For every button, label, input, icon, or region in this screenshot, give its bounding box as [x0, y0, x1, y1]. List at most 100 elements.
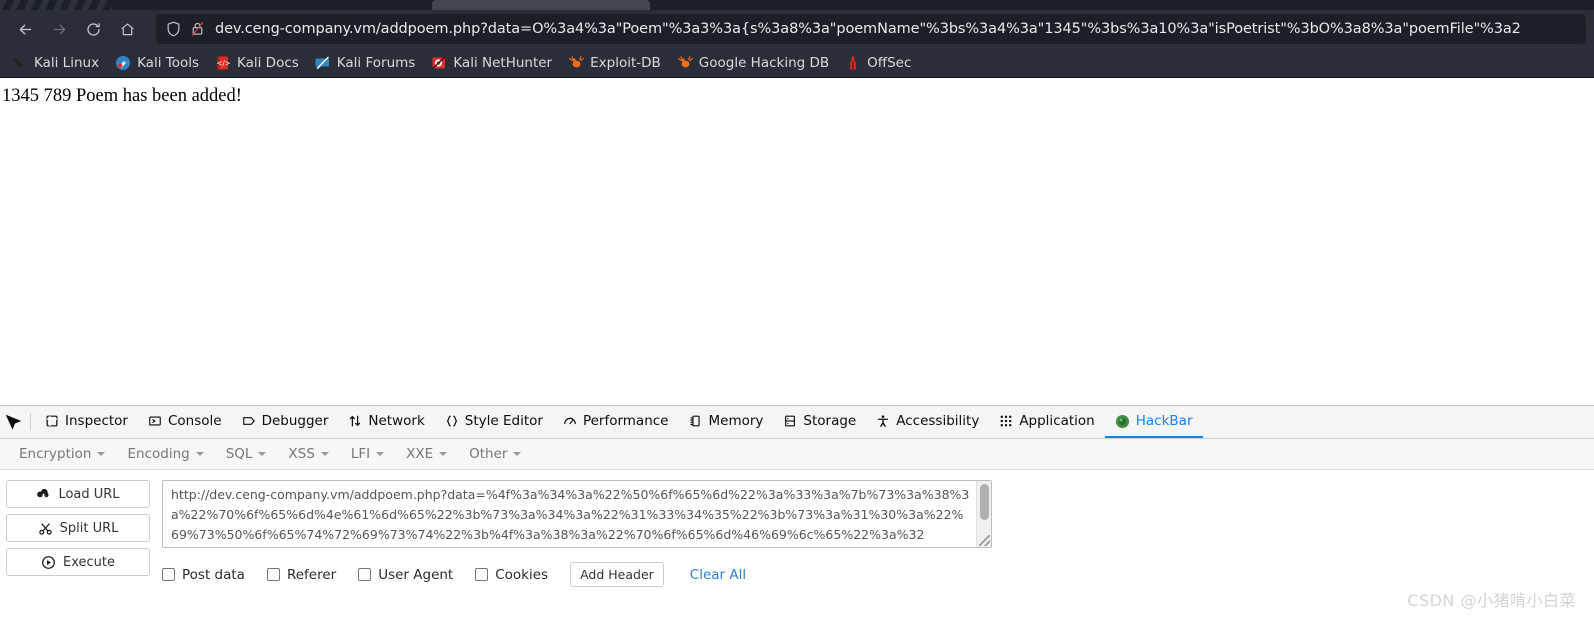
- tab-debugger[interactable]: Debugger: [232, 406, 339, 438]
- checkbox-box[interactable]: [475, 568, 489, 581]
- bookmark-google-hacking-db[interactable]: Google Hacking DB: [669, 52, 837, 74]
- checkbox-box[interactable]: [266, 568, 280, 581]
- menu-encoding[interactable]: Encoding: [116, 443, 214, 465]
- bookmark-kali-nethunter[interactable]: Kali NetHunter: [423, 52, 560, 74]
- menu-xxe[interactable]: XXE: [395, 443, 458, 465]
- checkbox-box[interactable]: [162, 568, 175, 581]
- tab-style-editor[interactable]: Style Editor: [435, 406, 553, 438]
- back-button[interactable]: [8, 14, 42, 44]
- hackbar-url-section: http://dev.ceng-company.vm/addpoem.php?d…: [150, 480, 1594, 587]
- tab-performance[interactable]: Performance: [553, 406, 679, 438]
- menu-encryption[interactable]: Encryption: [8, 443, 116, 465]
- checkbox-referer[interactable]: Referer: [266, 566, 337, 583]
- tab-network[interactable]: Network: [338, 406, 434, 438]
- toolbar-divider: [30, 413, 31, 431]
- menu-xss[interactable]: XSS: [277, 443, 339, 465]
- tab-label: Network: [368, 413, 425, 429]
- checkbox-box[interactable]: [358, 568, 372, 581]
- browser-navigation-bar: dev.ceng-company.vm/addpoem.php?data=O%3…: [0, 10, 1594, 48]
- bookmark-label: Exploit-DB: [590, 54, 661, 71]
- url-text: dev.ceng-company.vm/addpoem.php?data=O%3…: [215, 21, 1521, 37]
- split-url-button[interactable]: Split URL: [6, 514, 150, 542]
- back-arrow-icon: [19, 24, 31, 34]
- menu-other[interactable]: Other: [458, 443, 532, 465]
- bookmark-offsec[interactable]: OffSec: [837, 52, 919, 74]
- page-content: 1345 789 Poem has been added!: [0, 78, 1594, 408]
- kali-docs-icon: </>: [215, 55, 231, 71]
- devtools-tab-bar: Inspector Console Debugger Network Style: [0, 406, 1594, 439]
- url-bar[interactable]: dev.ceng-company.vm/addpoem.php?data=O%3…: [156, 14, 1586, 44]
- chevron-down-icon: [97, 452, 106, 456]
- devtools-panel: Inspector Console Debugger Network Style: [0, 405, 1594, 621]
- tab-label: Accessibility: [896, 413, 980, 429]
- kali-dragon-icon: [12, 55, 28, 71]
- tab-accessibility[interactable]: Accessibility: [866, 406, 989, 438]
- reload-icon: [86, 22, 100, 36]
- menu-label: Encryption: [19, 446, 92, 462]
- clear-all-link[interactable]: Clear All: [690, 567, 746, 583]
- play-circle-icon: [41, 555, 56, 570]
- tab-label: Performance: [582, 413, 669, 429]
- checkbox-post-data[interactable]: Post data: [162, 567, 245, 583]
- load-url-button[interactable]: Load URL: [6, 480, 150, 508]
- hackbar-url-textarea[interactable]: http://dev.ceng-company.vm/addpoem.php?d…: [163, 481, 978, 547]
- svg-text:</>: </>: [217, 59, 231, 67]
- button-label: Split URL: [59, 520, 119, 536]
- tab-inspector[interactable]: Inspector: [35, 406, 138, 438]
- checkbox-label: Referer: [286, 566, 337, 583]
- home-icon: [120, 22, 134, 35]
- chevron-down-icon: [439, 452, 448, 456]
- tab-memory[interactable]: Memory: [679, 406, 774, 438]
- bookmark-kali-tools[interactable]: Kali Tools: [107, 52, 207, 74]
- menu-lfi[interactable]: LFI: [340, 443, 395, 465]
- forward-button[interactable]: [42, 14, 76, 44]
- add-header-button[interactable]: Add Header: [570, 562, 664, 587]
- kali-tools-icon: [115, 55, 131, 71]
- debugger-icon: [242, 414, 256, 428]
- tab-storage[interactable]: Storage: [773, 406, 866, 438]
- kali-nethunter-icon: [431, 55, 447, 71]
- bookmark-kali-docs[interactable]: </> Kali Docs: [207, 52, 307, 74]
- google-hacking-db-icon: [677, 55, 693, 71]
- menu-label: XSS: [288, 446, 315, 462]
- element-picker-icon[interactable]: [0, 406, 26, 438]
- menu-label: LFI: [350, 446, 371, 462]
- style-editor-icon: [445, 414, 459, 428]
- tab-application[interactable]: Application: [989, 406, 1104, 438]
- bookmark-label: Kali NetHunter: [453, 54, 553, 71]
- chevron-down-icon: [320, 452, 329, 456]
- tab-label: Memory: [708, 413, 764, 429]
- watermark: CSDN @小猪啃小白菜: [1407, 591, 1576, 610]
- lock-slashed-icon[interactable]: [190, 21, 205, 37]
- bookmark-label: Google Hacking DB: [698, 54, 830, 71]
- checkbox-user-agent[interactable]: User Agent: [358, 567, 453, 583]
- bookmark-kali-forums[interactable]: Kali Forums: [307, 52, 424, 74]
- button-label: Load URL: [58, 486, 120, 502]
- tab-label: Inspector: [65, 413, 128, 429]
- browser-tab-strip[interactable]: [0, 0, 1594, 10]
- active-browser-tab[interactable]: [432, 0, 650, 10]
- bookmark-kali-linux[interactable]: Kali Linux: [4, 52, 107, 74]
- tab-label: Storage: [803, 413, 857, 429]
- menu-label: SQL: [225, 446, 253, 462]
- tab-strip-hatch-pattern: [0, 0, 112, 10]
- textarea-resize-handle[interactable]: [979, 535, 990, 546]
- hackbar-url-textarea-wrapper[interactable]: http://dev.ceng-company.vm/addpoem.php?d…: [162, 480, 992, 548]
- tab-console[interactable]: Console: [138, 406, 232, 438]
- textarea-scrollbar-thumb[interactable]: [980, 484, 989, 520]
- page-status-message: 1345 789 Poem has been added!: [2, 86, 242, 106]
- execute-button[interactable]: Execute: [6, 548, 150, 576]
- scissors-icon: [38, 521, 53, 536]
- inspector-icon: [45, 414, 59, 428]
- chevron-down-icon: [258, 452, 267, 456]
- reload-button[interactable]: [76, 14, 110, 44]
- application-icon: [999, 414, 1013, 428]
- chevron-down-icon: [513, 452, 522, 456]
- shield-icon: [166, 21, 181, 37]
- chevron-down-icon: [376, 452, 385, 456]
- menu-sql[interactable]: SQL: [215, 443, 278, 465]
- tab-hackbar[interactable]: HackBar: [1104, 406, 1203, 438]
- bookmark-exploit-db[interactable]: Exploit-DB: [560, 52, 669, 74]
- home-button[interactable]: [110, 14, 144, 44]
- checkbox-cookies[interactable]: Cookies: [475, 567, 548, 583]
